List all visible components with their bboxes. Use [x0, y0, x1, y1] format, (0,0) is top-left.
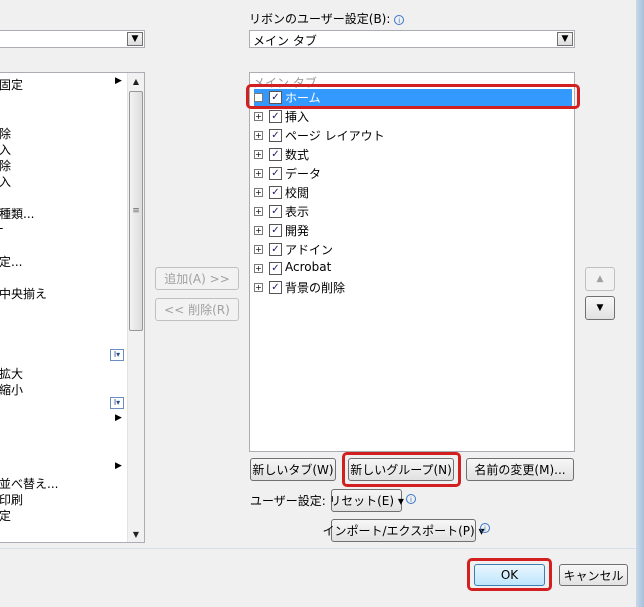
checkbox-developer[interactable]: ✓	[269, 224, 282, 237]
checkbox-insert[interactable]: ✓	[269, 110, 282, 123]
checkbox-data[interactable]: ✓	[269, 167, 282, 180]
new-tab-button[interactable]: 新しいタブ(W)	[250, 458, 336, 481]
expand-icon[interactable]: +	[254, 169, 263, 178]
highlight-ring-ok	[467, 558, 552, 591]
expand-icon[interactable]: +	[254, 150, 263, 159]
chevron-down-icon: ▼	[557, 32, 573, 46]
scrollbar-thumb[interactable]: ≡	[129, 91, 143, 331]
info-icon: i	[394, 15, 405, 25]
move-down-icon: ▼	[596, 303, 604, 313]
list-item[interactable]: 拡大	[0, 365, 23, 382]
expand-icon[interactable]: +	[254, 112, 263, 121]
checkbox-addins[interactable]: ✓	[269, 243, 282, 256]
list-item[interactable]: 定	[0, 507, 11, 524]
tree-item-addins[interactable]: + ✓ アドイン	[254, 241, 572, 259]
main-tabs-tree[interactable]: メイン タブ + ✓ ホーム + ✓ 挿入 + ✓ ページ レイアウト + ✓ …	[249, 72, 575, 452]
checkbox-view[interactable]: ✓	[269, 205, 282, 218]
list-item[interactable]: 縮小	[0, 381, 23, 398]
font-size-icon: I▾	[110, 349, 124, 361]
list-item[interactable]: 除	[0, 125, 11, 142]
list-item[interactable]: 入	[0, 141, 11, 158]
checkbox-acrobat[interactable]: ✓	[269, 262, 282, 275]
scroll-down-icon[interactable]: ▼	[128, 526, 144, 542]
reset-dropdown-button[interactable]: リセット(E) ▾	[329, 489, 404, 512]
rename-button[interactable]: 名前の変更(M)...	[466, 458, 574, 481]
info-icon: i	[406, 494, 416, 504]
list-item[interactable]: 並べ替え...	[0, 475, 58, 492]
move-up-icon: ▲	[596, 274, 604, 284]
tree-item-developer[interactable]: + ✓ 開発	[254, 222, 572, 240]
expand-icon[interactable]: +	[254, 207, 263, 216]
import-export-dropdown-button[interactable]: インポート/エクスポート(P) ▾	[322, 519, 485, 542]
tree-item-background-removal[interactable]: + ✓ 背景の削除	[254, 279, 572, 297]
submenu-arrow-icon: ▶	[115, 413, 122, 423]
font-size-icon: I▾	[110, 397, 124, 409]
expand-icon[interactable]: +	[254, 245, 263, 254]
move-down-button[interactable]: ▼	[585, 296, 615, 320]
tree-item-review[interactable]: + ✓ 校閲	[254, 184, 572, 202]
checkbox-background-removal[interactable]: ✓	[269, 281, 282, 294]
ribbon-settings-label: リボンのユーザー設定(B): i	[249, 10, 405, 27]
add-button[interactable]: 追加(A) >>	[155, 267, 239, 290]
checkbox-review[interactable]: ✓	[269, 186, 282, 199]
highlight-ring-new-group	[342, 452, 461, 487]
commands-list[interactable]: 固定 ▶ 除 入 除 入 種類... - 定... 中央揃え I▾ 拡大 縮小 …	[0, 72, 145, 543]
scroll-up-icon[interactable]: ▲	[128, 73, 144, 89]
list-item[interactable]: 種類...	[0, 205, 34, 222]
tree-item-insert[interactable]: + ✓ 挿入	[254, 108, 572, 126]
list-item[interactable]: 印刷	[0, 491, 23, 508]
tree-item-page-layout[interactable]: + ✓ ページ レイアウト	[254, 127, 572, 145]
submenu-arrow-icon: ▶	[115, 461, 122, 471]
tree-item-formulas[interactable]: + ✓ 数式	[254, 146, 572, 164]
tree-item-data[interactable]: + ✓ データ	[254, 165, 572, 183]
expand-icon[interactable]: +	[254, 226, 263, 235]
dialog-footer-separator	[0, 548, 644, 549]
submenu-arrow-icon: ▶	[115, 76, 122, 86]
tree-item-view[interactable]: + ✓ 表示	[254, 203, 572, 221]
checkbox-formulas[interactable]: ✓	[269, 148, 282, 161]
commands-list-scrollbar[interactable]: ▲ ≡ ▼	[127, 73, 144, 542]
checkbox-page-layout[interactable]: ✓	[269, 129, 282, 142]
list-item[interactable]: 中央揃え	[0, 285, 47, 302]
info-icon: i	[480, 523, 490, 533]
remove-button[interactable]: << 削除(R)	[155, 298, 239, 321]
list-item[interactable]: 入	[0, 173, 11, 190]
expand-icon[interactable]: +	[254, 264, 263, 273]
move-up-button[interactable]: ▲	[585, 267, 615, 291]
ribbon-tab-dropdown[interactable]: メイン タブ ▼	[249, 30, 575, 48]
commands-source-dropdown[interactable]: ▼	[0, 30, 145, 48]
tree-item-acrobat[interactable]: + ✓ Acrobat	[254, 260, 572, 278]
cancel-button[interactable]: キャンセル	[559, 564, 628, 586]
list-item[interactable]: -	[0, 221, 3, 235]
expand-icon[interactable]: +	[254, 283, 263, 292]
ribbon-tab-dropdown-value: メイン タブ	[253, 34, 317, 48]
chevron-down-icon: ▼	[127, 32, 143, 46]
list-item[interactable]: 固定	[0, 76, 23, 93]
user-settings-label: ユーザー設定:	[250, 494, 326, 508]
expand-icon[interactable]: +	[254, 188, 263, 197]
list-item[interactable]: 除	[0, 157, 11, 174]
list-item[interactable]: 定...	[0, 253, 22, 270]
window-right-border	[636, 0, 644, 607]
expand-icon[interactable]: +	[254, 131, 263, 140]
highlight-ring-home	[246, 84, 580, 109]
